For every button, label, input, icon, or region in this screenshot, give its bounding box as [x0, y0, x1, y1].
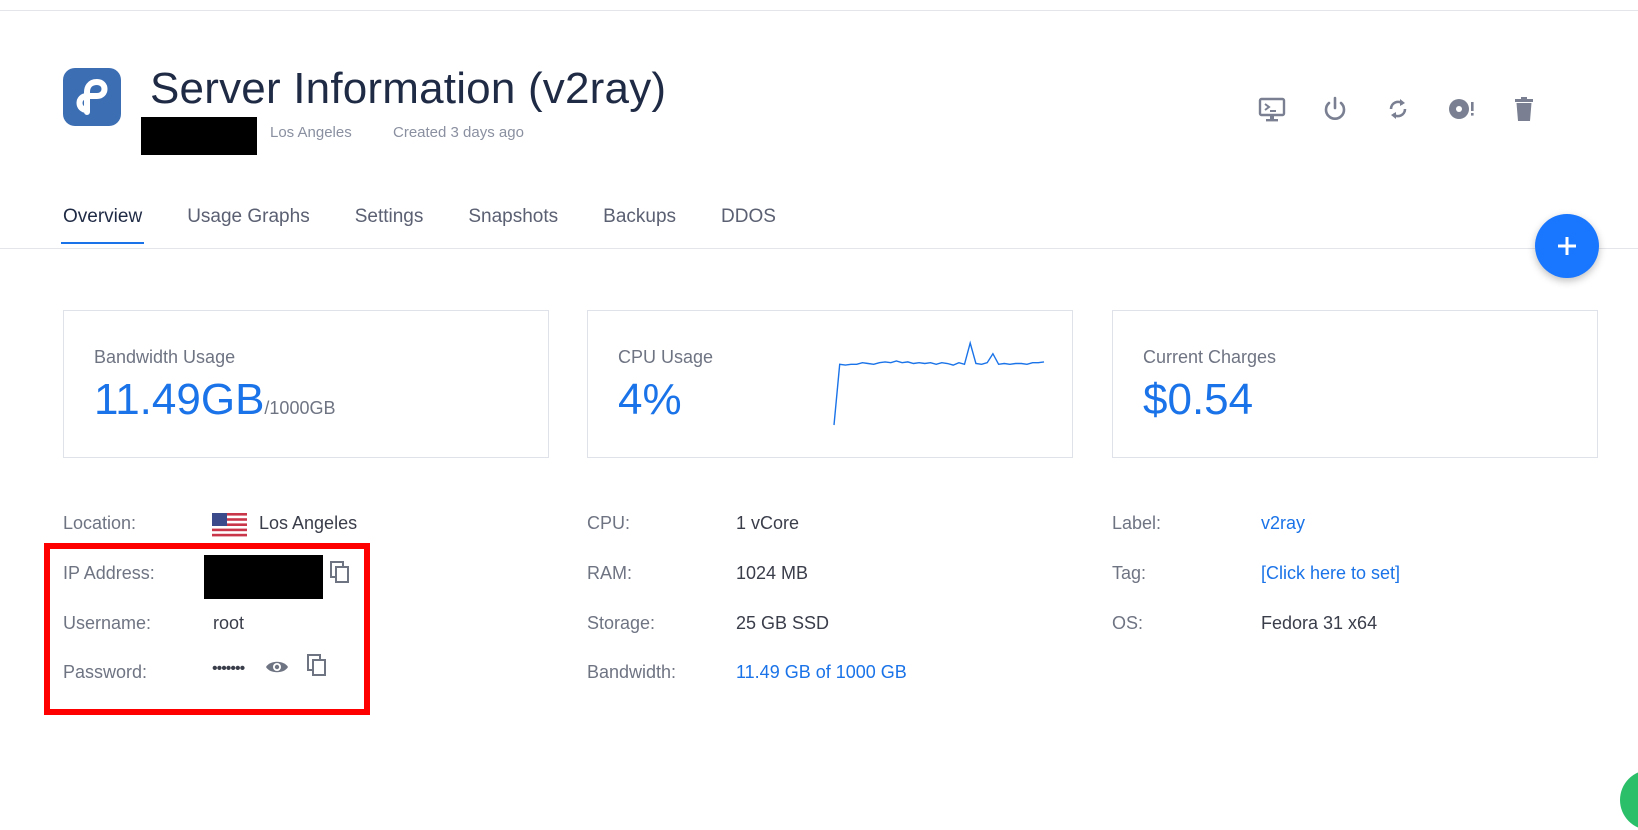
cpu-usage-card: CPU Usage 4% [587, 310, 1073, 458]
us-flag-icon [212, 513, 247, 537]
cpu-sparkline-chart [833, 340, 1045, 426]
tab-ddos[interactable]: DDOS [721, 206, 776, 244]
server-actions [1255, 92, 1540, 125]
storage-label: Storage: [587, 613, 656, 633]
bandwidth-label: Bandwidth: [587, 662, 677, 682]
add-fab-button[interactable] [1535, 214, 1599, 278]
cpu-label: CPU: [587, 513, 631, 533]
cpu-usage-value: 4% [618, 375, 682, 424]
plus-icon [1558, 237, 1576, 255]
current-charges-value: $0.54 [1143, 375, 1254, 424]
tag-label: Tag: [1112, 563, 1147, 583]
ram-label: RAM: [587, 563, 632, 583]
tab-overview[interactable]: Overview [61, 206, 145, 244]
cpu-usage-label: CPU Usage [618, 347, 714, 367]
current-charges-label: Current Charges [1143, 347, 1277, 367]
page-title: Server Information (v2ray) [150, 64, 667, 113]
label-label: Label: [1112, 513, 1162, 533]
location-value: Los Angeles [259, 513, 358, 533]
redacted-hostname [141, 117, 257, 155]
os-value: Fedora 31 x64 [1261, 613, 1378, 633]
bandwidth-usage-amount: 11.49GB [94, 375, 265, 424]
bandwidth-usage-value: 11.49GB/1000GB [94, 375, 335, 425]
tab-snapshots[interactable]: Snapshots [468, 206, 558, 244]
chat-widget-button[interactable] [1620, 770, 1638, 830]
bandwidth-usage-label: Bandwidth Usage [94, 347, 236, 367]
server-location-meta: Los Angeles [270, 124, 352, 141]
storage-value: 25 GB SSD [736, 613, 830, 633]
created-meta: Created 3 days ago [393, 124, 524, 141]
tab-bar: Overview Usage Graphs Settings Snapshots… [61, 206, 821, 244]
bandwidth-usage-card: Bandwidth Usage 11.49GB/1000GB [63, 310, 549, 458]
top-divider [0, 10, 1638, 11]
reinstall-icon[interactable] [1444, 92, 1477, 125]
ram-value: 1024 MB [736, 563, 809, 583]
delete-icon[interactable] [1507, 92, 1540, 125]
bandwidth-value-link[interactable]: 11.49 GB of 1000 GB [736, 662, 907, 683]
tab-settings[interactable]: Settings [355, 206, 424, 244]
tag-set-link[interactable]: [Click here to set] [1261, 563, 1400, 584]
location-label: Location: [63, 513, 137, 533]
label-value-link[interactable]: v2ray [1261, 513, 1305, 534]
os-label: OS: [1112, 613, 1144, 633]
cpu-value: 1 vCore [736, 513, 800, 533]
restart-icon[interactable] [1381, 92, 1414, 125]
power-icon[interactable] [1318, 92, 1351, 125]
red-highlight-box [44, 543, 370, 715]
tab-usage-graphs[interactable]: Usage Graphs [187, 206, 310, 244]
console-icon[interactable] [1255, 92, 1288, 125]
current-charges-card: Current Charges $0.54 [1112, 310, 1598, 458]
cpu-usage-line [833, 340, 1045, 426]
bandwidth-usage-unit: /1000GB [264, 398, 336, 418]
tab-divider [0, 248, 1638, 249]
fedora-logo-icon [63, 68, 121, 126]
tab-backups[interactable]: Backups [603, 206, 676, 244]
